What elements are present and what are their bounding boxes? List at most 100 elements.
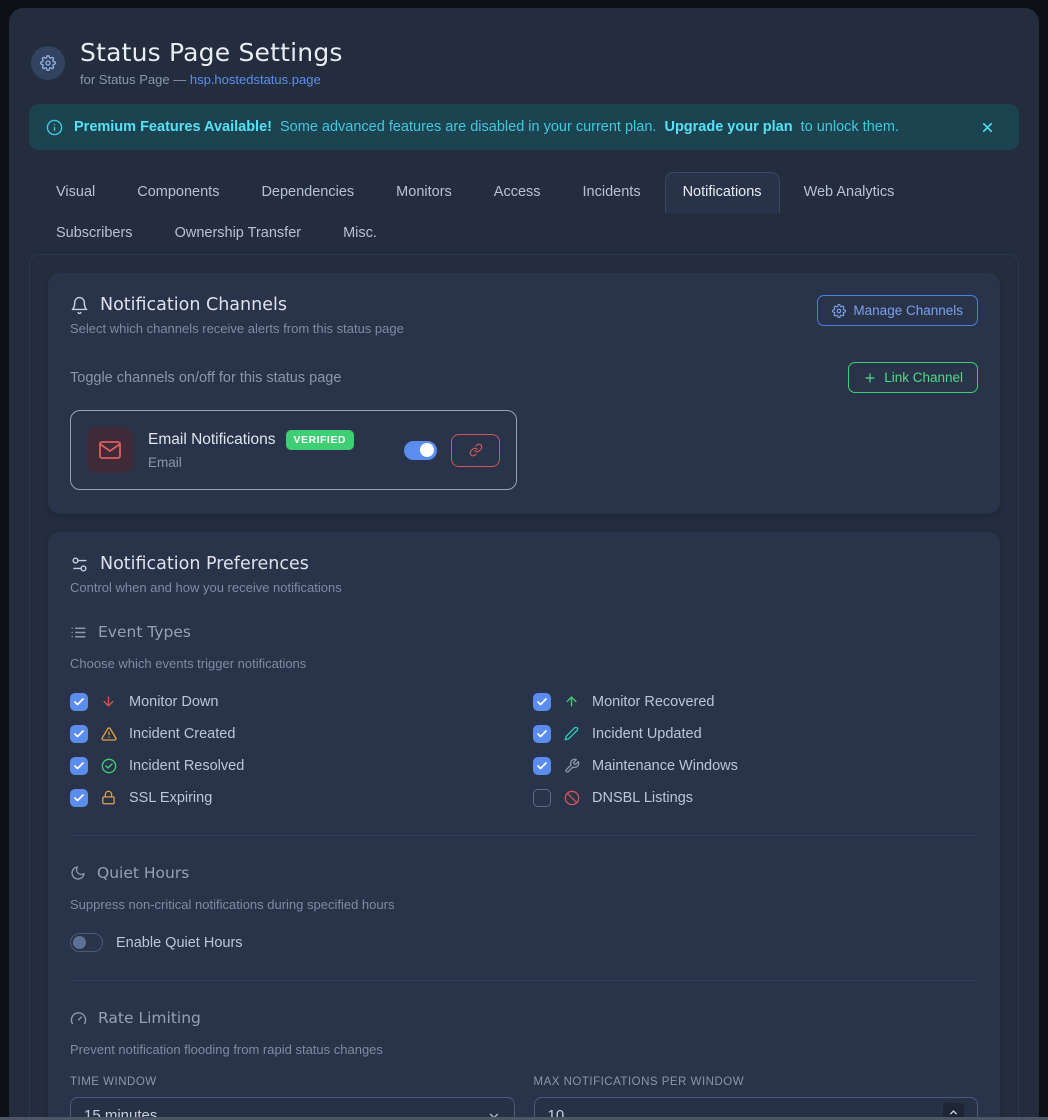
channels-card-title: Notification Channels — [100, 295, 287, 315]
channel-type: Email — [148, 455, 354, 470]
event-label: SSL Expiring — [129, 790, 212, 806]
event-row-dnsbl-listings: DNSBL Listings — [533, 788, 978, 807]
tools-icon — [563, 758, 580, 774]
enable-quiet-hours-label: Enable Quiet Hours — [116, 935, 243, 951]
event-row-incident-resolved: Incident Resolved — [70, 756, 515, 775]
tab-web-analytics[interactable]: Web Analytics — [786, 172, 913, 213]
event-row-monitor-down: Monitor Down — [70, 692, 515, 711]
monitor-recovered-checkbox[interactable] — [533, 693, 551, 711]
event-label: Monitor Down — [129, 694, 218, 710]
maintenance-windows-checkbox[interactable] — [533, 757, 551, 775]
manage-channels-button[interactable]: Manage Channels — [817, 295, 978, 326]
event-label: Incident Updated — [592, 726, 702, 742]
tab-misc[interactable]: Misc. — [325, 213, 395, 254]
page-subtitle: for Status Page — hsp.hostedstatus.page — [80, 72, 343, 87]
premium-banner: Premium Features Available! Some advance… — [29, 104, 1019, 150]
tab-monitors[interactable]: Monitors — [378, 172, 470, 213]
section-divider — [70, 980, 978, 981]
time-window-label: TIME WINDOW — [70, 1076, 515, 1088]
gear-icon — [40, 55, 56, 71]
page-title: Status Page Settings — [80, 38, 343, 67]
preferences-card-title: Notification Preferences — [100, 554, 309, 574]
plus-icon — [863, 371, 877, 385]
rate-limiting-description: Prevent notification flooding from rapid… — [70, 1042, 978, 1057]
banner-body: Some advanced features are disabled in y… — [280, 119, 656, 135]
check-circle-icon — [100, 758, 117, 774]
incident-created-checkbox[interactable] — [70, 725, 88, 743]
channel-icon-tile — [87, 427, 133, 473]
link-channel-label: Link Channel — [884, 370, 963, 385]
ssl-expiring-checkbox[interactable] — [70, 789, 88, 807]
bell-icon — [70, 296, 89, 315]
preferences-card-title-row: Notification Preferences — [70, 554, 978, 574]
incident-updated-checkbox[interactable] — [533, 725, 551, 743]
warning-icon — [100, 726, 117, 742]
event-label: DNSBL Listings — [592, 790, 693, 806]
banner-text: Premium Features Available! Some advance… — [74, 119, 903, 135]
quiet-hours-title: Quiet Hours — [97, 864, 189, 882]
list-icon — [70, 624, 87, 641]
notification-preferences-card: Notification Preferences Control when an… — [48, 532, 1000, 1120]
email-channel-toggle[interactable] — [404, 441, 437, 460]
upgrade-plan-link[interactable]: Upgrade your plan — [664, 119, 792, 135]
section-divider — [70, 835, 978, 836]
event-label: Maintenance Windows — [592, 758, 738, 774]
unlink-channel-button[interactable] — [451, 434, 500, 467]
enable-quiet-hours-toggle[interactable] — [70, 933, 103, 952]
page-header: Status Page Settings for Status Page — h… — [29, 38, 1019, 87]
event-types-title: Event Types — [98, 623, 191, 641]
quiet-hours-heading: Quiet Hours — [70, 864, 978, 882]
manage-channels-label: Manage Channels — [853, 303, 963, 318]
channel-name: Email Notifications — [148, 431, 276, 449]
notifications-tab-panel: Notification Channels Select which chann… — [29, 254, 1019, 1120]
sliders-icon — [70, 555, 89, 574]
close-icon[interactable] — [976, 116, 999, 139]
event-types-heading: Event Types — [70, 623, 978, 641]
tab-ownership-transfer[interactable]: Ownership Transfer — [157, 213, 320, 254]
channels-card-subtitle: Select which channels receive alerts fro… — [70, 321, 404, 336]
event-types-grid: Monitor Down Incident Created Incident R… — [70, 692, 978, 807]
settings-tab-bar: Visual Components Dependencies Monitors … — [38, 172, 1028, 254]
tab-notifications[interactable]: Notifications — [665, 172, 780, 213]
quiet-hours-toggle-row: Enable Quiet Hours — [70, 933, 978, 952]
event-row-maintenance-windows: Maintenance Windows — [533, 756, 978, 775]
notification-channels-card: Notification Channels Select which chann… — [48, 273, 1000, 514]
rate-limiting-heading: Rate Limiting — [70, 1009, 978, 1027]
monitor-down-checkbox[interactable] — [70, 693, 88, 711]
toggle-channels-hint: Toggle channels on/off for this status p… — [70, 370, 341, 386]
gauge-icon — [70, 1010, 87, 1027]
event-row-incident-created: Incident Created — [70, 724, 515, 743]
dnsbl-listings-checkbox[interactable] — [533, 789, 551, 807]
event-label: Monitor Recovered — [592, 694, 715, 710]
banner-title: Premium Features Available! — [74, 119, 272, 135]
avatar — [31, 46, 65, 80]
quiet-hours-description: Suppress non-critical notifications duri… — [70, 897, 978, 912]
link-icon — [469, 443, 483, 457]
lock-icon — [100, 790, 117, 805]
channels-card-title-row: Notification Channels — [70, 295, 404, 315]
arrow-up-icon — [563, 694, 580, 709]
max-notifications-label: MAX NOTIFICATIONS PER WINDOW — [534, 1076, 979, 1088]
event-row-monitor-recovered: Monitor Recovered — [533, 692, 978, 711]
tab-incidents[interactable]: Incidents — [565, 172, 659, 213]
event-row-ssl-expiring: SSL Expiring — [70, 788, 515, 807]
pencil-icon — [563, 726, 580, 741]
event-label: Incident Resolved — [129, 758, 244, 774]
verified-badge: VERIFIED — [286, 430, 354, 450]
tab-dependencies[interactable]: Dependencies — [243, 172, 372, 213]
arrow-down-icon — [100, 694, 117, 709]
link-channel-button[interactable]: Link Channel — [848, 362, 978, 393]
rate-limiting-title: Rate Limiting — [98, 1009, 201, 1027]
status-page-settings-window: Status Page Settings for Status Page — h… — [9, 8, 1039, 1120]
status-page-domain-link[interactable]: hsp.hostedstatus.page — [190, 72, 321, 87]
tab-subscribers[interactable]: Subscribers — [38, 213, 151, 254]
tab-visual[interactable]: Visual — [38, 172, 113, 213]
tab-components[interactable]: Components — [119, 172, 237, 213]
email-channel-card: Email Notifications VERIFIED Email — [70, 410, 517, 490]
incident-resolved-checkbox[interactable] — [70, 757, 88, 775]
gear-icon — [832, 304, 846, 318]
ban-icon — [563, 790, 580, 806]
banner-suffix: to unlock them. — [801, 119, 899, 135]
event-types-description: Choose which events trigger notification… — [70, 656, 978, 671]
tab-access[interactable]: Access — [476, 172, 559, 213]
